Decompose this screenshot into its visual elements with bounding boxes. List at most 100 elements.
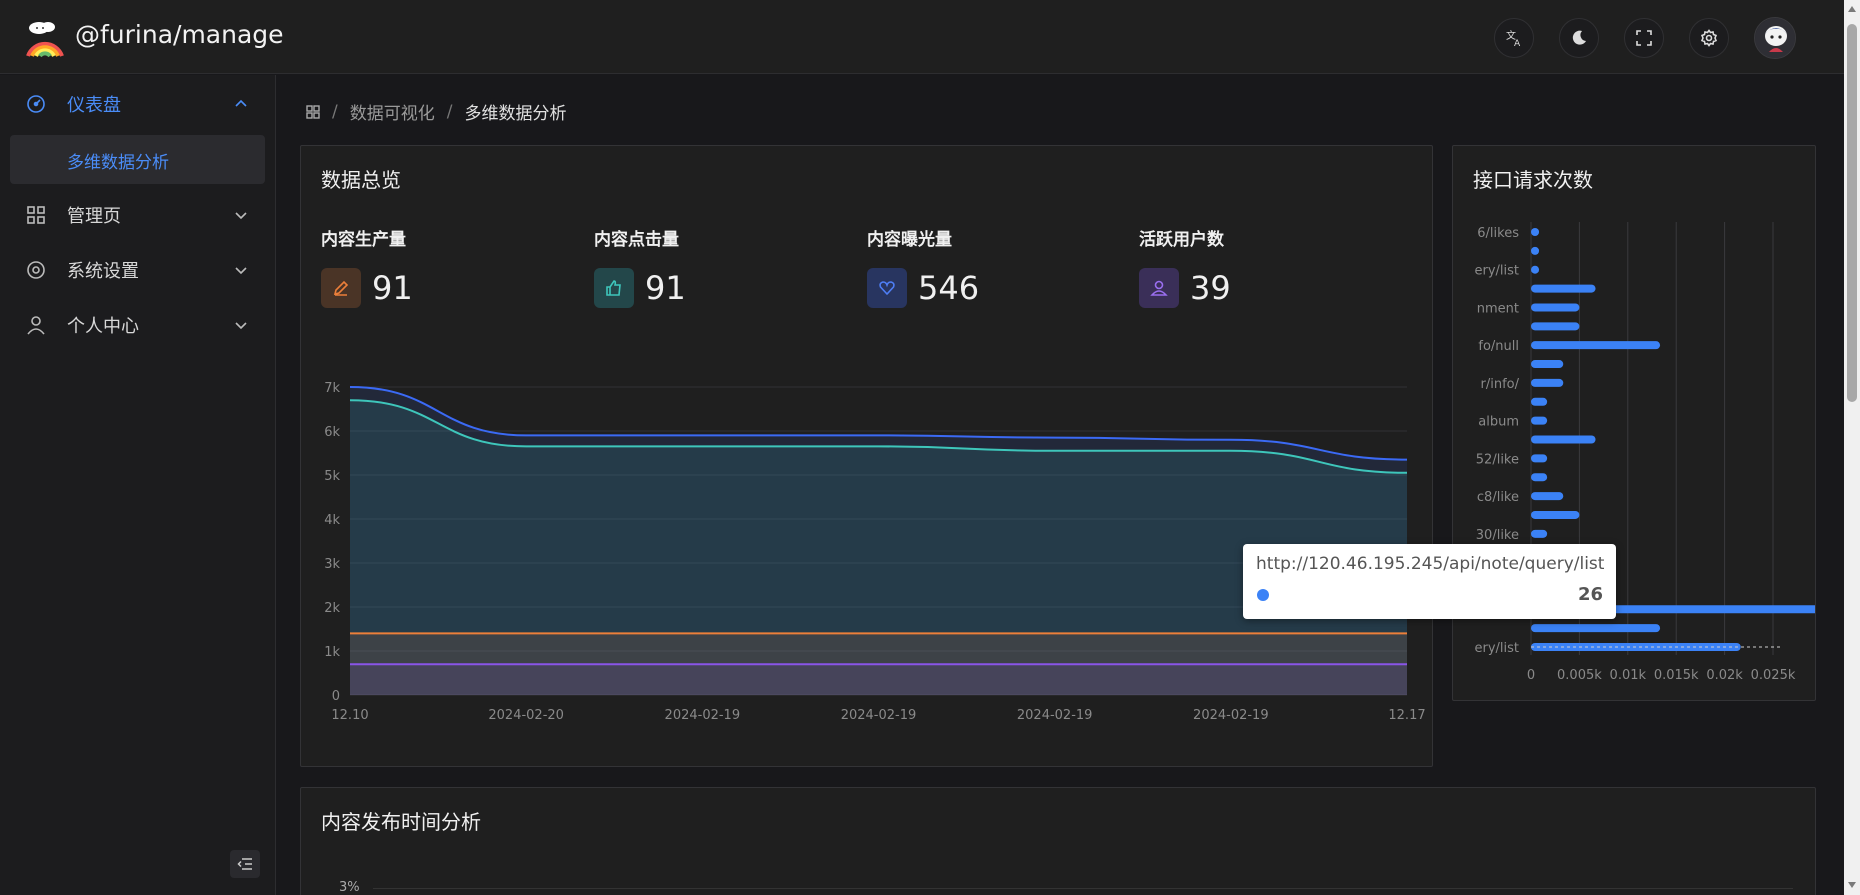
bar bbox=[1531, 529, 1548, 538]
publish-time-card: 内容发布时间分析 3% bbox=[300, 787, 1816, 895]
requests-title: 接口请求次数 bbox=[1473, 168, 1593, 192]
rainbow-logo-icon bbox=[26, 22, 64, 58]
home-grid-icon[interactable] bbox=[306, 104, 320, 119]
stat-label: 内容点击量 bbox=[594, 230, 679, 250]
breadcrumb-item[interactable]: 数据可视化 bbox=[350, 99, 435, 124]
translate-button[interactable]: 文 A bbox=[1494, 18, 1534, 58]
bar bbox=[1531, 397, 1548, 406]
x-tick-label: 0.025k bbox=[1751, 668, 1796, 683]
avatar-image-icon bbox=[1755, 18, 1795, 58]
collapse-menu-icon bbox=[237, 858, 252, 870]
app-title: @furina/manage bbox=[75, 20, 284, 49]
bar bbox=[1531, 246, 1540, 255]
bar bbox=[1531, 492, 1564, 501]
scroll-up-arrow-icon[interactable] bbox=[1848, 6, 1856, 12]
y-tick-label: 52/like bbox=[1476, 452, 1519, 467]
translate-icon: 文 A bbox=[1506, 29, 1521, 47]
x-tick-label: 2024-02-19 bbox=[841, 708, 917, 723]
stat-value: 39 bbox=[1190, 269, 1231, 307]
breadcrumb-separator: / bbox=[446, 101, 453, 122]
bar bbox=[1531, 360, 1564, 369]
sidebar-item-profile[interactable]: 个人中心 bbox=[0, 300, 276, 350]
stat-label: 内容曝光量 bbox=[867, 230, 952, 250]
x-tick-label: 0.01k bbox=[1610, 668, 1647, 683]
fullscreen-button[interactable] bbox=[1624, 18, 1664, 58]
sidebar-item-label: 个人中心 bbox=[67, 316, 139, 337]
stat-content-exposure: 内容曝光量 546 bbox=[867, 225, 979, 308]
overview-title: 数据总览 bbox=[321, 168, 401, 192]
y-tick-label: 2k bbox=[324, 601, 340, 616]
user-icon bbox=[27, 316, 45, 335]
y-tick-label: c8/like bbox=[1477, 490, 1519, 505]
page-scrollbar[interactable] bbox=[1844, 0, 1860, 895]
chevron-down-icon bbox=[235, 322, 247, 330]
bar bbox=[1531, 303, 1580, 312]
x-tick-label: 12.10 bbox=[331, 708, 368, 723]
y-tick-label: 0 bbox=[332, 689, 340, 704]
tooltip-dot bbox=[1257, 589, 1269, 601]
dashboard-icon bbox=[27, 95, 45, 113]
y-tick-label: 6/likes bbox=[1477, 226, 1519, 241]
y-tick-label: 7k bbox=[324, 381, 340, 396]
gear-icon bbox=[1700, 29, 1718, 47]
svg-text:A: A bbox=[1514, 39, 1521, 47]
bar bbox=[1531, 473, 1548, 482]
x-tick-label: 12.17 bbox=[1388, 708, 1425, 723]
top-header: @furina/manage 文 A bbox=[0, 0, 1844, 74]
bar bbox=[1531, 228, 1540, 236]
sidebar-item-settings[interactable]: 系统设置 bbox=[0, 245, 276, 295]
sidebar-item-manage[interactable]: 管理页 bbox=[0, 190, 276, 240]
y-tick-label: 3k bbox=[324, 557, 340, 572]
x-tick-label: 2024-02-19 bbox=[1017, 708, 1093, 723]
bar bbox=[1531, 378, 1564, 387]
theme-toggle-button[interactable] bbox=[1559, 18, 1599, 58]
tooltip-url: http://120.46.195.245/api/note/query/lis… bbox=[1256, 554, 1605, 574]
y-tick-label: ery/list bbox=[1474, 264, 1519, 279]
sidebar-item-dashboard[interactable]: 仪表盘 bbox=[0, 79, 276, 129]
grid-icon bbox=[27, 206, 45, 224]
x-tick-label: 2024-02-19 bbox=[665, 708, 741, 723]
y-tick-label: ery/list bbox=[1474, 641, 1519, 656]
y-tick-label: 4k bbox=[324, 513, 340, 528]
scroll-thumb[interactable] bbox=[1847, 24, 1857, 402]
sidebar-subitem-multi-analysis[interactable]: 多维数据分析 bbox=[10, 135, 265, 184]
y-tick-label: 30/like bbox=[1476, 528, 1519, 543]
bar bbox=[1531, 416, 1548, 425]
bar bbox=[1531, 510, 1580, 519]
tooltip-value: 26 bbox=[1577, 584, 1603, 605]
stat-value: 546 bbox=[918, 269, 980, 307]
publish-y-tick: 3% bbox=[339, 880, 360, 895]
collapse-sidebar-button[interactable] bbox=[230, 850, 260, 878]
scroll-down-arrow-icon[interactable] bbox=[1848, 882, 1856, 888]
breadcrumb-current: 多维数据分析 bbox=[464, 104, 567, 124]
stat-value: 91 bbox=[645, 269, 686, 307]
y-tick-label: album bbox=[1478, 415, 1519, 430]
pencil-icon bbox=[321, 268, 361, 308]
bar bbox=[1531, 322, 1580, 331]
x-tick-label: 0.005k bbox=[1557, 668, 1602, 683]
bar bbox=[1531, 341, 1661, 350]
moon-icon bbox=[1572, 30, 1586, 45]
bar bbox=[1531, 454, 1548, 463]
sidebar-item-label: 系统设置 bbox=[67, 261, 139, 282]
user-icon bbox=[1139, 268, 1179, 308]
x-tick-label: 0 bbox=[1527, 668, 1535, 683]
breadcrumb-separator: / bbox=[332, 101, 338, 122]
y-tick-label: nment bbox=[1477, 301, 1519, 316]
y-tick-label: fo/null bbox=[1478, 339, 1519, 354]
chevron-down-icon bbox=[235, 267, 247, 275]
heart-icon bbox=[867, 268, 907, 308]
stat-active-users: 活跃用户数 39 bbox=[1139, 225, 1231, 308]
chevron-up-icon bbox=[235, 99, 247, 107]
x-tick-label: 0.015k bbox=[1654, 668, 1699, 683]
sidebar: 仪表盘 多维数据分析 管理页 系统设置 个人中心 bbox=[0, 75, 276, 895]
bar bbox=[1531, 624, 1661, 633]
gear-icon bbox=[27, 261, 45, 279]
stat-value: 91 bbox=[372, 269, 413, 307]
stat-label: 内容生产量 bbox=[321, 230, 406, 250]
fullscreen-icon bbox=[1636, 30, 1652, 46]
chart-tooltip: http://120.46.195.245/api/note/query/lis… bbox=[1243, 544, 1616, 619]
user-avatar[interactable] bbox=[1754, 17, 1796, 59]
stat-content-clicks: 内容点击量 91 bbox=[594, 225, 686, 308]
settings-button[interactable] bbox=[1689, 18, 1729, 58]
